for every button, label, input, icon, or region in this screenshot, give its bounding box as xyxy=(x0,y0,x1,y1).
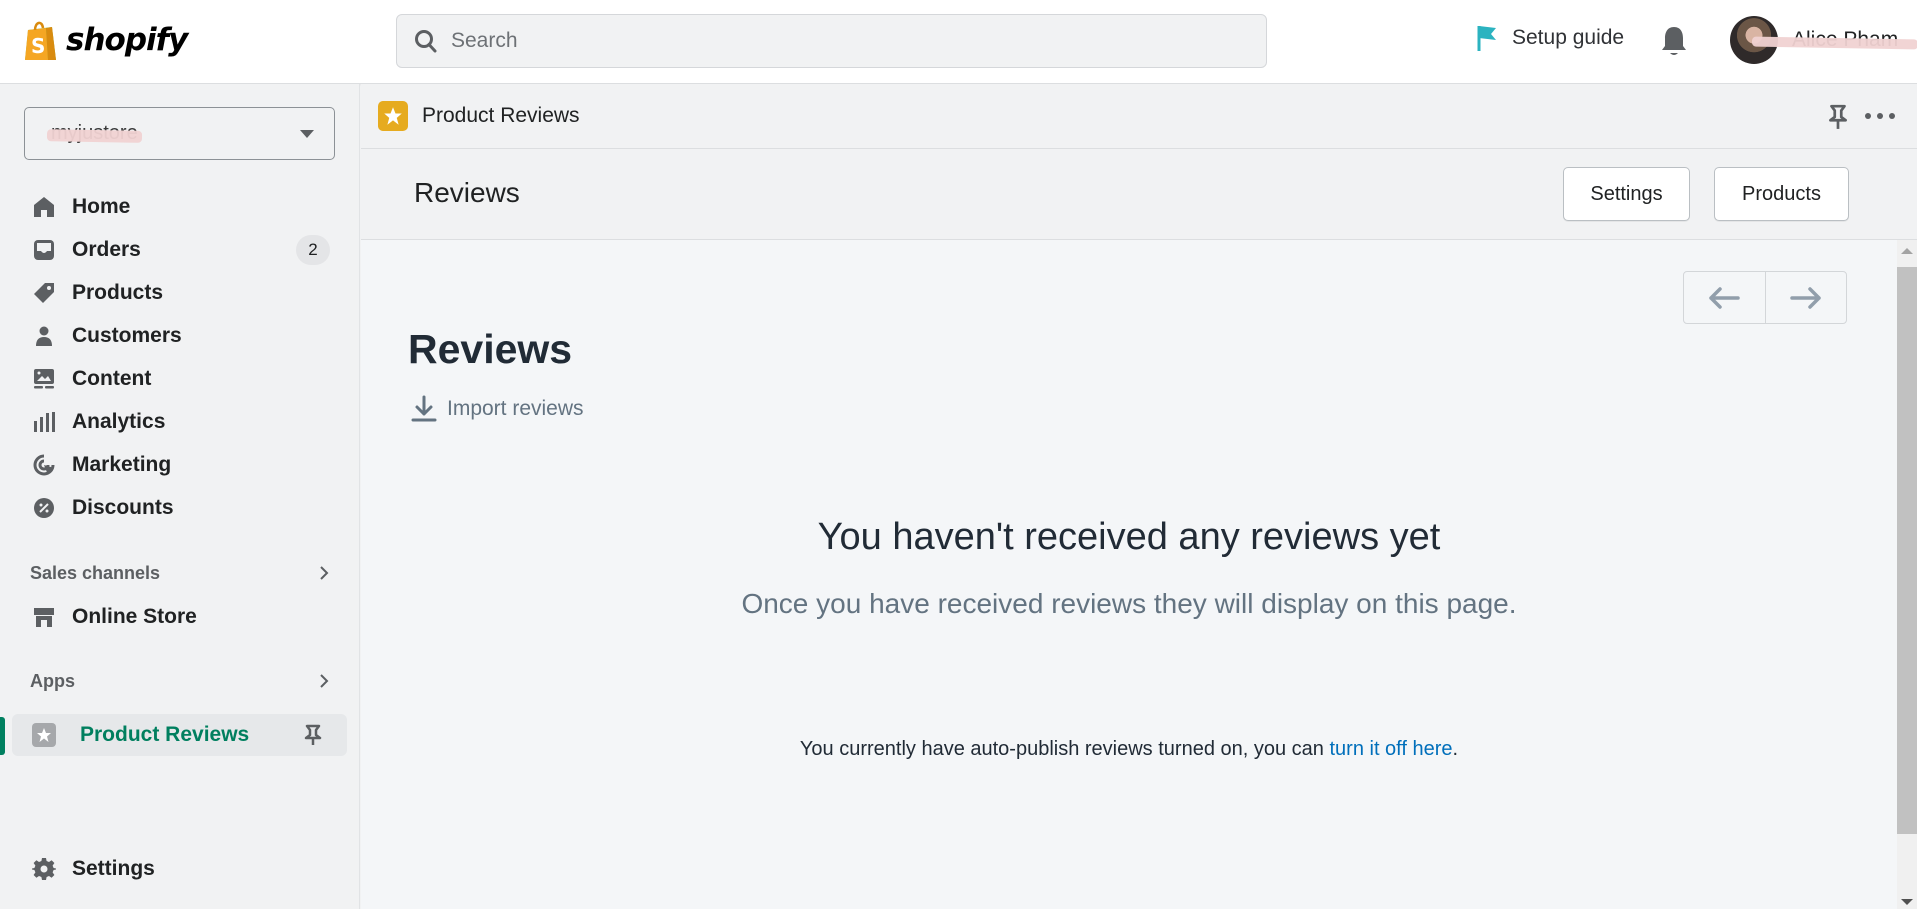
caret-down-icon xyxy=(300,129,314,138)
redaction-mark xyxy=(46,129,142,143)
main-content: Reviews Import reviews You haven't recei… xyxy=(361,240,1897,909)
app-header: Product Reviews xyxy=(361,84,1917,149)
pagination xyxy=(1683,271,1847,324)
previous-page-button[interactable] xyxy=(1684,272,1765,323)
search-input[interactable] xyxy=(451,29,1231,53)
nav-label: Products xyxy=(72,280,164,304)
tag-icon xyxy=(32,281,56,305)
user-name: Alice Pham xyxy=(1751,28,1917,52)
section-label: Sales channels xyxy=(30,562,161,583)
nav-label: Analytics xyxy=(72,409,166,433)
store-name: myjustore xyxy=(46,122,142,145)
nav-item-analytics[interactable]: Analytics xyxy=(0,400,360,443)
orders-count-badge: 2 xyxy=(296,235,330,265)
nav-item-marketing[interactable]: Marketing xyxy=(0,443,360,486)
arrow-right-icon xyxy=(1790,286,1821,309)
home-icon xyxy=(32,195,56,219)
scrollbar-thumb[interactable] xyxy=(1897,267,1917,834)
pin-icon[interactable] xyxy=(1827,104,1849,130)
nav-label: Orders xyxy=(72,237,141,261)
dot xyxy=(1865,113,1871,119)
empty-state-subtitle: Once you have received reviews they will… xyxy=(741,588,1517,619)
chevron-right-icon xyxy=(320,674,329,688)
note-text: You currently have auto-publish reviews … xyxy=(799,738,1330,760)
pin-icon[interactable] xyxy=(303,724,323,746)
settings-button[interactable]: Settings xyxy=(1563,167,1690,221)
store-selector[interactable]: myjustore xyxy=(24,107,335,160)
search-bar[interactable] xyxy=(396,14,1267,68)
nav-item-home[interactable]: Home xyxy=(0,185,360,228)
dot xyxy=(1877,113,1883,119)
active-indicator xyxy=(0,717,5,755)
nav-label: Marketing xyxy=(72,452,172,476)
next-page-button[interactable] xyxy=(1764,272,1847,323)
user-menu[interactable]: Alice Pham xyxy=(1730,16,1917,64)
top-bar: S shopify Setup guide Alice Pham xyxy=(0,0,1917,84)
import-reviews-button[interactable]: Import reviews xyxy=(411,395,584,423)
nav-label: Settings xyxy=(72,856,155,880)
vertical-scrollbar[interactable] xyxy=(1897,240,1917,909)
nav-item-discounts[interactable]: Discounts xyxy=(0,486,360,529)
orders-icon xyxy=(32,238,56,262)
nav-item-content[interactable]: Content xyxy=(0,357,360,400)
star-app-icon xyxy=(32,723,56,747)
search-icon xyxy=(415,30,437,53)
nav-label: Product Reviews xyxy=(80,723,250,746)
page-title: Reviews xyxy=(414,177,520,208)
chevron-right-icon xyxy=(320,566,329,580)
app-title: Product Reviews xyxy=(422,104,580,127)
reviews-heading: Reviews xyxy=(408,326,573,372)
gear-icon xyxy=(32,857,56,881)
image-icon xyxy=(32,367,56,391)
bar-chart-icon xyxy=(32,410,56,434)
section-label: Apps xyxy=(30,670,75,691)
turn-off-link[interactable]: turn it off here xyxy=(1329,738,1452,760)
nav-item-products[interactable]: Products xyxy=(0,271,360,314)
nav-item-orders[interactable]: Orders 2 xyxy=(0,228,360,271)
nav-label: Customers xyxy=(72,323,182,347)
dot xyxy=(1889,113,1895,119)
arrow-left-icon xyxy=(1709,286,1740,309)
nav-item-product-reviews[interactable]: Product Reviews xyxy=(12,714,347,756)
sidebar: myjustore Home Orders 2 Products xyxy=(0,84,360,909)
note-suffix: . xyxy=(1452,738,1459,760)
nav-label: Online Store xyxy=(72,604,197,628)
nav-label: Home xyxy=(72,194,131,218)
shopify-logo[interactable]: S shopify xyxy=(22,18,188,62)
store-icon xyxy=(32,605,56,629)
products-button[interactable]: Products xyxy=(1714,167,1849,221)
main-nav: Home Orders 2 Products Customers Content… xyxy=(0,185,360,529)
svg-text:S: S xyxy=(31,34,45,58)
nav-label: Discounts xyxy=(72,495,174,519)
title-bar: Reviews Settings Products xyxy=(361,149,1917,240)
flag-icon xyxy=(1477,26,1496,51)
setup-guide-button[interactable]: Setup guide xyxy=(1476,24,1624,52)
more-actions-icon[interactable] xyxy=(1865,106,1895,126)
download-icon xyxy=(411,395,437,422)
nav-item-online-store[interactable]: Online Store xyxy=(0,595,360,638)
empty-state-title: You haven't received any reviews yet xyxy=(817,516,1441,558)
sales-channels-header[interactable]: Sales channels xyxy=(30,558,330,588)
target-icon xyxy=(32,453,56,477)
discount-icon xyxy=(32,496,56,520)
nav-item-settings[interactable]: Settings xyxy=(0,847,360,890)
auto-publish-note: You currently have auto-publish reviews … xyxy=(361,738,1897,761)
apps-header[interactable]: Apps xyxy=(30,666,330,696)
product-reviews-app-icon xyxy=(378,101,408,131)
import-reviews-label: Import reviews xyxy=(447,397,584,420)
person-icon xyxy=(32,324,56,348)
setup-guide-label: Setup guide xyxy=(1512,26,1625,49)
logo-text: shopify xyxy=(66,22,188,58)
bell-icon[interactable] xyxy=(1660,24,1688,58)
nav-item-customers[interactable]: Customers xyxy=(0,314,360,357)
scroll-up-arrow-icon[interactable] xyxy=(1901,248,1913,254)
nav-label: Content xyxy=(72,366,152,390)
scroll-down-arrow-icon[interactable] xyxy=(1901,899,1913,905)
shopify-bag-icon: S xyxy=(25,21,56,60)
